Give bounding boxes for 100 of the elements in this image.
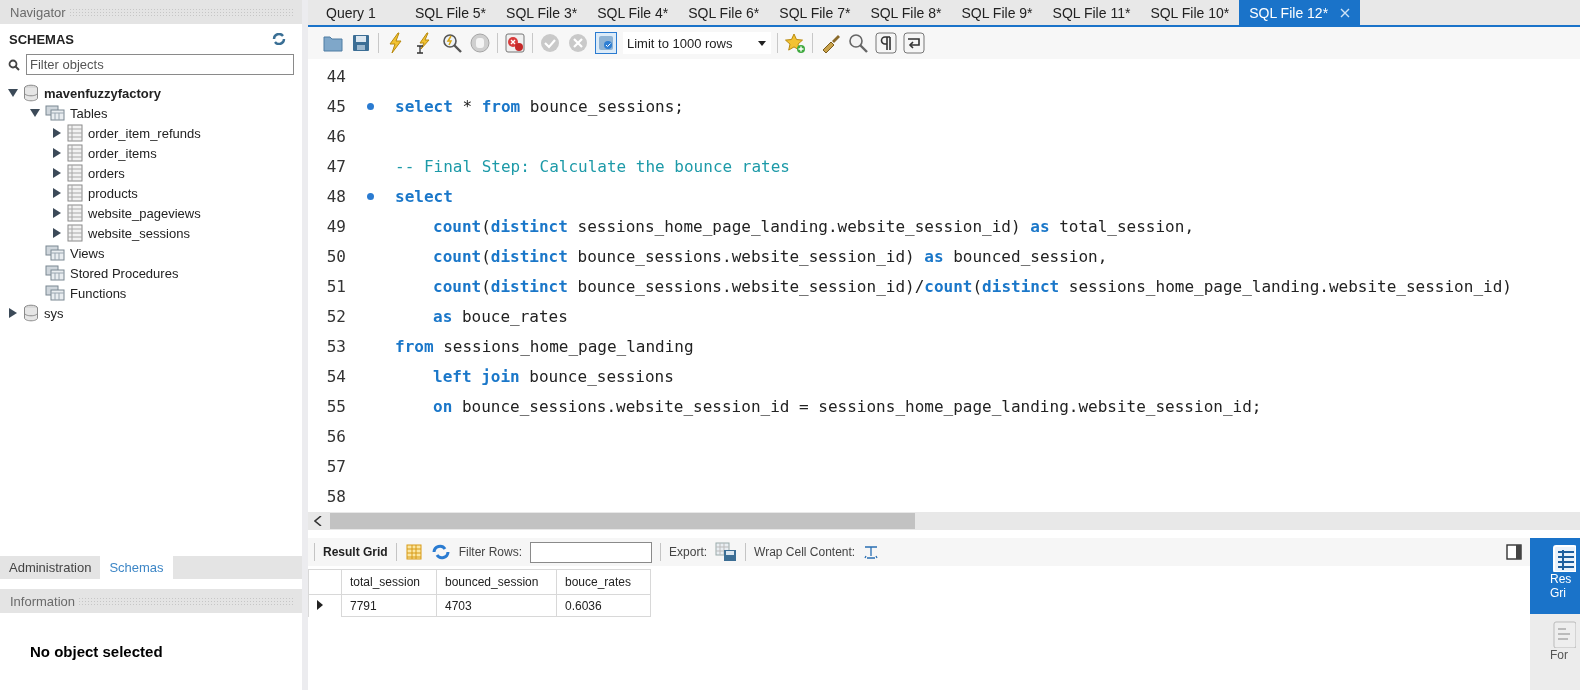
- line-number: 56: [325, 426, 346, 446]
- folder-name[interactable]: Tables: [70, 105, 108, 121]
- code-line: count(distinct bounce_sessions.website_session_id) as bounced_session,: [433, 246, 1108, 266]
- refresh-icon[interactable]: [272, 33, 286, 45]
- code-line: count(distinct sessions_home_page_landing.website_session_id) as total_session,: [433, 216, 1194, 236]
- table-name[interactable]: order_item_refunds: [88, 125, 201, 141]
- table-cell: 7791: [341, 594, 437, 617]
- folder-stack-icon: [45, 285, 65, 301]
- editor-tab[interactable]: Query 1: [316, 0, 405, 25]
- line-number: 51: [325, 276, 346, 296]
- export-label: Export:: [669, 545, 708, 559]
- line-number: 46: [325, 126, 346, 146]
- panel-tab[interactable]: Schemas: [100, 556, 173, 579]
- folder-name[interactable]: Functions: [70, 285, 127, 301]
- code-line: as bouce_rates: [433, 306, 568, 326]
- table-name[interactable]: order_items: [88, 145, 157, 161]
- panel-toggle-icon[interactable]: [1506, 544, 1522, 560]
- collapsed-arrow-icon[interactable]: [52, 148, 62, 158]
- save-icon[interactable]: [350, 32, 372, 54]
- line-number: 45: [325, 96, 346, 116]
- database-icon: [23, 304, 39, 322]
- scroll-left-icon[interactable]: [314, 516, 322, 526]
- editor-tab[interactable]: SQL File 6*: [678, 0, 770, 25]
- row-header[interactable]: [308, 594, 342, 617]
- form-icon: [1552, 620, 1576, 648]
- table-cell: 0.6036: [556, 594, 651, 617]
- filter-field[interactable]: Filter objects: [26, 54, 294, 75]
- table-name[interactable]: products: [88, 185, 138, 201]
- expanded-arrow-icon[interactable]: [30, 108, 40, 118]
- line-number: 50: [325, 246, 346, 266]
- caret-icon: [758, 40, 766, 46]
- editor-tab[interactable]: SQL File 9*: [951, 0, 1043, 25]
- magnifier-lightning-icon[interactable]: [441, 32, 463, 54]
- collapsed-arrow-icon[interactable]: [52, 228, 62, 238]
- collapsed-arrow-icon[interactable]: [52, 208, 62, 218]
- filter-label: Filter Rows:: [458, 545, 523, 559]
- column-header[interactable]: bouce_rates: [556, 569, 651, 595]
- error-stop-icon[interactable]: [504, 32, 526, 54]
- editor-tab[interactable]: SQL File 11*: [1042, 0, 1141, 25]
- line-number: 58: [325, 486, 346, 506]
- column-header[interactable]: total_session: [341, 569, 437, 595]
- pilcrow-icon[interactable]: [875, 32, 897, 54]
- magnifier-icon[interactable]: [847, 32, 869, 54]
- line-number: 48: [325, 186, 346, 206]
- side-tab[interactable]: For: [1530, 614, 1580, 690]
- expanded-arrow-icon[interactable]: [8, 88, 18, 98]
- panel-title: Navigator: [10, 4, 66, 20]
- collapsed-arrow-icon[interactable]: [52, 188, 62, 198]
- result-grid-label[interactable]: Result Grid: [323, 545, 388, 559]
- wrap-text-icon[interactable]: [863, 544, 880, 560]
- line-number: 52: [325, 306, 346, 326]
- code-line: -- Final Step: Calculate the bounce rates: [395, 156, 790, 176]
- table-icon: [67, 224, 83, 242]
- table-cell: 4703: [436, 594, 557, 617]
- limit-dropdown[interactable]: Limit to 1000 rows: [623, 32, 771, 54]
- folder-name[interactable]: Stored Procedures: [70, 265, 179, 281]
- editor-tab[interactable]: SQL File 10*: [1140, 0, 1240, 25]
- code-line: left join bounce_sessions: [433, 366, 674, 386]
- star-plus-icon[interactable]: [784, 32, 806, 54]
- editor-tab[interactable]: SQL File 7*: [769, 0, 861, 25]
- table-icon: [67, 204, 83, 222]
- table-name[interactable]: website_sessions: [88, 225, 190, 241]
- line-number: 47: [325, 156, 346, 176]
- refresh-icon[interactable]: [430, 543, 451, 561]
- code-line: from sessions_home_page_landing: [395, 336, 694, 356]
- side-tab[interactable]: Res Gri: [1530, 538, 1580, 614]
- wrap-label: Wrap Cell Content:: [754, 545, 856, 559]
- editor-tab[interactable]: SQL File 4*: [587, 0, 679, 25]
- collapsed-arrow-icon[interactable]: [52, 168, 62, 178]
- collapsed-arrow-icon[interactable]: [52, 128, 62, 138]
- filter-field[interactable]: [530, 541, 653, 563]
- folder-name[interactable]: Views: [70, 245, 105, 261]
- collapsed-arrow-icon[interactable]: [8, 308, 18, 318]
- close-icon[interactable]: [1340, 7, 1351, 18]
- scrollbar-thumb[interactable]: [330, 513, 915, 529]
- search-icon: [8, 58, 20, 71]
- line-number: 53: [325, 336, 346, 356]
- editor-tab[interactable]: SQL File 8*: [860, 0, 952, 25]
- panel-tab[interactable]: Administration: [0, 556, 101, 579]
- table-icon: [67, 124, 83, 142]
- code-line: select * from bounce_sessions;: [395, 96, 684, 116]
- toggle-icon[interactable]: [595, 32, 617, 54]
- column-header[interactable]: bounced_session: [436, 569, 557, 595]
- editor-tab[interactable]: SQL File 3*: [496, 0, 588, 25]
- export-icon[interactable]: [715, 542, 738, 562]
- section-label: SCHEMAS: [9, 31, 74, 47]
- code-line: count(distinct bounce_sessions.website_session_id)/count(distinct sessions_home_page_landing.website_session_id): [433, 276, 1512, 296]
- table-name[interactable]: orders: [88, 165, 125, 181]
- folder-stack-icon: [45, 265, 65, 281]
- editor-tab[interactable]: SQL File 12*: [1239, 0, 1361, 25]
- wrap-icon[interactable]: [903, 32, 925, 54]
- database-icon: [23, 84, 39, 102]
- line-number: 44: [325, 66, 346, 86]
- table-icon: [67, 184, 83, 202]
- schema-name[interactable]: mavenfuzzyfactory: [44, 85, 162, 101]
- line-number: 57: [325, 456, 346, 476]
- schema-name[interactable]: sys: [44, 305, 64, 321]
- check-icon[interactable]: [539, 32, 561, 54]
- editor-tab[interactable]: SQL File 5*: [405, 0, 497, 25]
- table-name[interactable]: website_pageviews: [88, 205, 201, 221]
